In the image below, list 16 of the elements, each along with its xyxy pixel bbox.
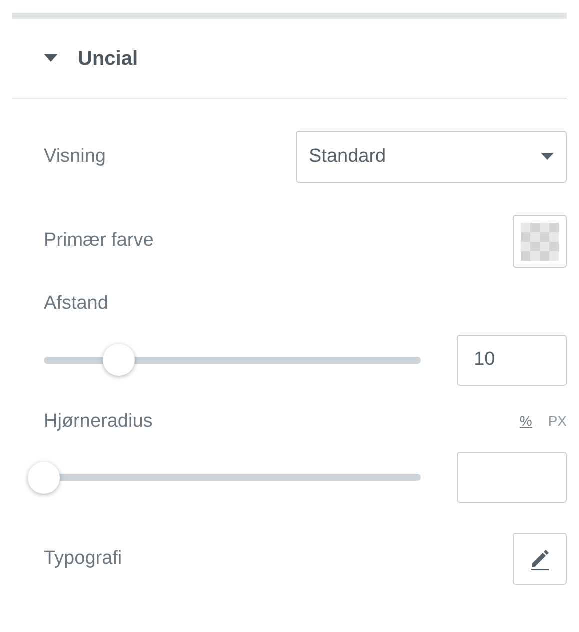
number-field[interactable] bbox=[457, 452, 567, 503]
section-title[interactable]: Uncial bbox=[78, 44, 138, 74]
select-dropdown[interactable]: Standard bbox=[296, 131, 567, 183]
caret-icon bbox=[541, 153, 554, 161]
caret-icon[interactable] bbox=[44, 54, 58, 63]
unit-toggle[interactable]: % bbox=[520, 411, 532, 432]
edit-button[interactable] bbox=[513, 533, 567, 585]
control-label: Visning bbox=[44, 144, 106, 169]
pencil-icon bbox=[528, 547, 552, 571]
color-swatch[interactable] bbox=[513, 215, 567, 268]
control-label: Typografi bbox=[44, 546, 122, 571]
transparent-pattern-icon bbox=[521, 222, 559, 260]
control-label: Hjørneradius bbox=[44, 410, 153, 434]
number-field[interactable]: 10 bbox=[457, 334, 567, 386]
control-label: Primær farve bbox=[44, 229, 154, 254]
control-label: Afstand bbox=[44, 292, 108, 316]
